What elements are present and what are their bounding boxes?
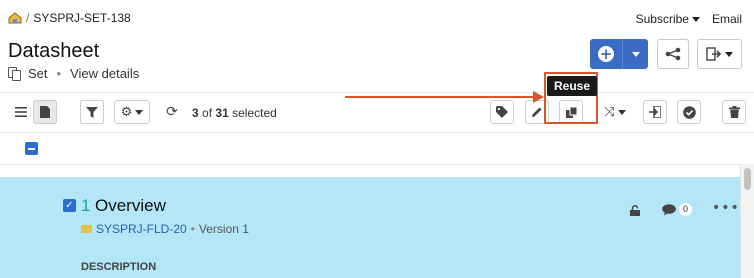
add-button-group: + (590, 39, 648, 69)
page-subtitle: Set • View details (8, 66, 139, 81)
refresh-icon: ⟳ (166, 104, 178, 120)
shuffle-icon: ⤨ (604, 104, 615, 120)
relationships-icon (665, 47, 681, 61)
tag-icon (496, 106, 508, 118)
comments-button[interactable]: 0 (662, 203, 693, 216)
reuse-tooltip: Reuse (547, 76, 597, 96)
total-count: 31 (215, 106, 229, 120)
pencil-icon (532, 107, 542, 117)
item-meta: SYSPRJ-FLD-20 • Version 1 (81, 222, 249, 236)
select-all-divider (0, 132, 754, 133)
project-home-icon[interactable] (8, 12, 22, 24)
add-button[interactable]: + (590, 39, 622, 69)
item-checkbox[interactable]: ✓ (63, 199, 76, 212)
list-view-icon (15, 107, 27, 117)
item-version: Version 1 (198, 222, 249, 236)
approve-icon (682, 105, 696, 119)
filter-button[interactable] (80, 100, 104, 124)
scrollbar-thumb[interactable] (744, 168, 751, 190)
breadcrumb-project-link[interactable]: SYSPRJ-SET-138 (33, 11, 130, 25)
item-description-label: DESCRIPTION (81, 261, 157, 273)
approve-button[interactable] (677, 100, 701, 124)
selection-count: 3 of 31 selected (192, 106, 277, 120)
lock-icon[interactable] (630, 203, 640, 221)
export-selected-icon (649, 106, 661, 118)
indeterminate-icon (28, 147, 35, 150)
relationships-button[interactable] (657, 39, 689, 69)
view-details-link[interactable]: View details (70, 66, 139, 81)
annotation-arrow (345, 96, 535, 98)
comment-icon (662, 203, 676, 215)
list-view-button[interactable] (9, 100, 33, 124)
more-options-icon[interactable]: ••• (712, 200, 740, 216)
gear-icon: ⚙ (120, 104, 133, 120)
refresh-button[interactable]: ⟳ (161, 100, 183, 124)
item-title[interactable]: Overview (95, 196, 166, 216)
chevron-down-icon (617, 109, 626, 115)
plus-icon: + (598, 45, 614, 63)
batch-actions-button[interactable]: ⤨ (597, 100, 633, 124)
subscribe-menu[interactable]: Subscribe (636, 12, 700, 26)
tag-button[interactable] (490, 100, 514, 124)
selection-of: of (202, 106, 213, 120)
chevron-down-icon (691, 17, 700, 23)
selection-suffix: selected (232, 106, 277, 120)
filter-icon (86, 106, 98, 118)
folder-icon (81, 225, 92, 233)
export-icon (706, 47, 722, 61)
top-bar: / SYSPRJ-SET-138 Subscribe Email (0, 0, 754, 36)
item-meta-separator: • (190, 222, 195, 236)
trash-icon (728, 106, 740, 118)
page-type: Set (28, 66, 48, 81)
chevron-down-icon (725, 51, 733, 57)
subscribe-label: Subscribe (635, 12, 689, 26)
settings-menu-button[interactable]: ⚙ (114, 100, 150, 124)
toolbar-divider (0, 92, 754, 93)
list-divider (0, 164, 740, 165)
add-dropdown-button[interactable] (622, 39, 648, 69)
page-title: Datasheet (8, 40, 100, 62)
chevron-down-icon (135, 109, 144, 115)
selected-count: 3 (192, 106, 199, 120)
email-link[interactable]: Email (712, 12, 742, 26)
subtitle-separator: • (56, 66, 62, 81)
breadcrumb: / SYSPRJ-SET-138 (8, 11, 131, 25)
export-menu-button[interactable] (697, 39, 742, 69)
select-all-checkbox[interactable] (25, 142, 38, 155)
annotation-arrow-head (533, 91, 544, 103)
item-folder-link[interactable]: SYSPRJ-FLD-20 (96, 222, 187, 236)
delete-button[interactable] (722, 100, 746, 124)
document-view-icon (40, 106, 50, 118)
document-view-button[interactable] (33, 100, 57, 124)
item-number: 1 (81, 196, 91, 215)
chevron-down-icon (631, 51, 640, 57)
comment-count: 0 (679, 203, 693, 216)
breadcrumb-separator: / (26, 11, 30, 25)
set-icon (8, 66, 22, 81)
export-selected-button[interactable] (643, 100, 667, 124)
